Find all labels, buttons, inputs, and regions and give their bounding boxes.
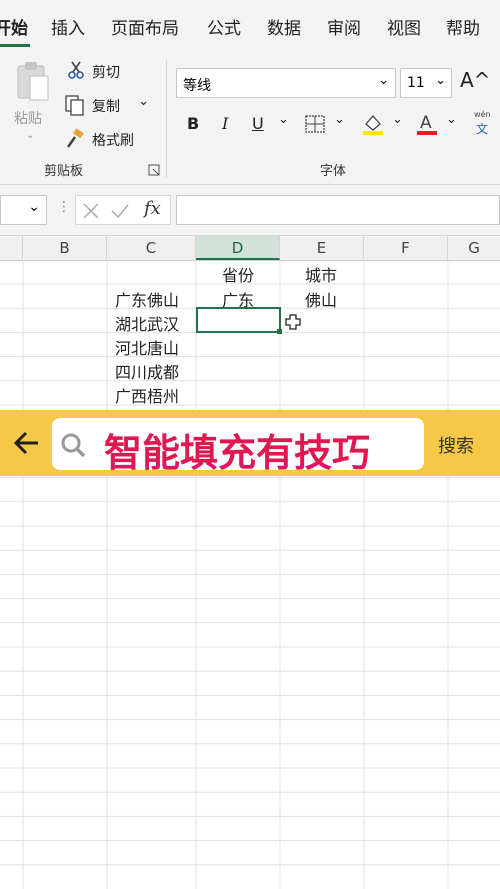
cell-cursor-icon xyxy=(285,314,301,330)
paste-button[interactable]: 粘贴 ⌄ xyxy=(10,60,54,150)
clipboard-group-label: 剪贴板 xyxy=(44,164,84,179)
cut-button[interactable]: 剪切 xyxy=(92,62,120,82)
column-header-d[interactable]: D xyxy=(196,236,280,260)
formula-buttons: fx xyxy=(75,195,171,225)
grow-font-label: A^ xyxy=(460,68,491,92)
tab-data[interactable]: 数据 xyxy=(267,14,301,39)
enter-icon[interactable] xyxy=(110,202,130,220)
svg-text:A: A xyxy=(420,113,432,133)
column-header-b[interactable]: B xyxy=(23,236,107,260)
underline-chevron-icon[interactable]: ⌄ xyxy=(278,112,289,127)
column-header-f[interactable]: F xyxy=(364,236,448,260)
copy-dropdown-chevron-icon[interactable]: ⌄ xyxy=(138,94,149,109)
font-size-value: 11 xyxy=(407,75,425,91)
tab-home[interactable]: 开始 xyxy=(0,14,28,39)
chevron-down-icon: ⌄ xyxy=(378,73,389,88)
column-header-bar: B C D E F G xyxy=(0,236,500,261)
cell-c5[interactable]: 四川成都 xyxy=(115,359,179,383)
selected-cell-d3[interactable] xyxy=(196,307,281,333)
phonetic-guide-pinyin: wén xyxy=(474,110,491,119)
grid-lines xyxy=(0,260,500,889)
borders-icon[interactable] xyxy=(304,114,326,134)
ribbon-tab-bar: 开始 插入 页面布局 公式 数据 审阅 视图 帮助 xyxy=(0,0,500,52)
copy-icon xyxy=(65,95,84,116)
column-header-c[interactable]: C xyxy=(107,236,196,260)
chevron-down-icon: ⌄ xyxy=(26,130,35,141)
chevron-down-icon: ⌄ xyxy=(28,199,40,215)
column-header-e[interactable]: E xyxy=(280,236,364,260)
column-header-g[interactable]: G xyxy=(448,236,500,260)
grow-font-button[interactable]: A^ xyxy=(460,68,490,92)
underline-button[interactable]: U xyxy=(252,114,264,133)
worksheet-grid[interactable] xyxy=(0,260,500,889)
search-icon xyxy=(61,433,86,458)
back-arrow-icon[interactable] xyxy=(12,430,40,456)
italic-button[interactable]: I xyxy=(222,114,228,133)
scissors-icon xyxy=(68,61,84,79)
active-tab-indicator xyxy=(0,44,30,47)
more-options-icon[interactable]: ⋮ xyxy=(57,199,71,215)
clipboard-icon xyxy=(17,62,49,101)
font-size-box[interactable]: 11 ⌄ xyxy=(400,68,452,98)
tab-view[interactable]: 视图 xyxy=(387,14,421,39)
font-color-icon[interactable]: A xyxy=(414,110,440,136)
formula-bar: ⌄ ⋮ fx xyxy=(0,185,500,236)
font-name-box[interactable]: 等线 ⌄ xyxy=(176,68,396,98)
tab-formulas[interactable]: 公式 xyxy=(207,14,241,39)
format-painter-icon xyxy=(66,128,84,148)
tab-insert[interactable]: 插入 xyxy=(51,14,85,39)
chevron-down-icon: ⌄ xyxy=(435,73,446,88)
cell-e1[interactable]: 城市 xyxy=(305,262,337,286)
formula-input[interactable] xyxy=(176,195,500,225)
tab-review[interactable]: 审阅 xyxy=(327,14,361,39)
cell-e2[interactable]: 佛山 xyxy=(305,287,337,311)
tab-page-layout[interactable]: 页面布局 xyxy=(111,14,179,39)
search-banner: 智能填充有技巧 搜索 xyxy=(0,410,500,476)
ribbon: 粘贴 ⌄ 剪切 复制 ⌄ 格式刷 剪贴板 等线 ⌄ 11 ⌄ A^ B I U … xyxy=(0,52,500,185)
column-header-a[interactable] xyxy=(0,236,23,260)
dialog-launcher-icon[interactable] xyxy=(148,164,160,176)
cell-c2[interactable]: 广东佛山 xyxy=(115,287,179,311)
cell-d1[interactable]: 省份 xyxy=(222,262,254,286)
search-input[interactable]: 智能填充有技巧 xyxy=(52,418,424,475)
tab-help[interactable]: 帮助 xyxy=(446,14,480,39)
group-divider xyxy=(166,60,167,178)
search-query: 智能填充有技巧 xyxy=(104,431,371,475)
phonetic-guide-button[interactable]: wén 文 xyxy=(474,110,496,140)
fill-color-icon[interactable] xyxy=(360,110,386,136)
cell-c6[interactable]: 广西梧州 xyxy=(115,383,179,407)
font-name-value: 等线 xyxy=(183,78,211,94)
cell-c4[interactable]: 河北唐山 xyxy=(115,335,179,359)
bold-button[interactable]: B xyxy=(187,114,199,133)
fill-handle[interactable] xyxy=(277,329,282,334)
cell-c3[interactable]: 湖北武汉 xyxy=(115,311,179,335)
fill-color-chevron-icon[interactable]: ⌄ xyxy=(392,112,403,127)
font-group-label: 字体 xyxy=(320,164,347,179)
paste-label: 粘贴 xyxy=(14,111,42,127)
font-color-chevron-icon[interactable]: ⌄ xyxy=(446,112,457,127)
search-button[interactable]: 搜索 xyxy=(438,432,474,458)
format-painter-button[interactable]: 格式刷 xyxy=(92,130,134,150)
borders-chevron-icon[interactable]: ⌄ xyxy=(334,112,345,127)
insert-function-button[interactable]: fx xyxy=(144,198,161,219)
phonetic-guide-char: 文 xyxy=(476,122,489,136)
cancel-icon[interactable] xyxy=(82,202,100,220)
name-box[interactable]: ⌄ xyxy=(0,195,47,225)
copy-button[interactable]: 复制 xyxy=(92,96,120,116)
